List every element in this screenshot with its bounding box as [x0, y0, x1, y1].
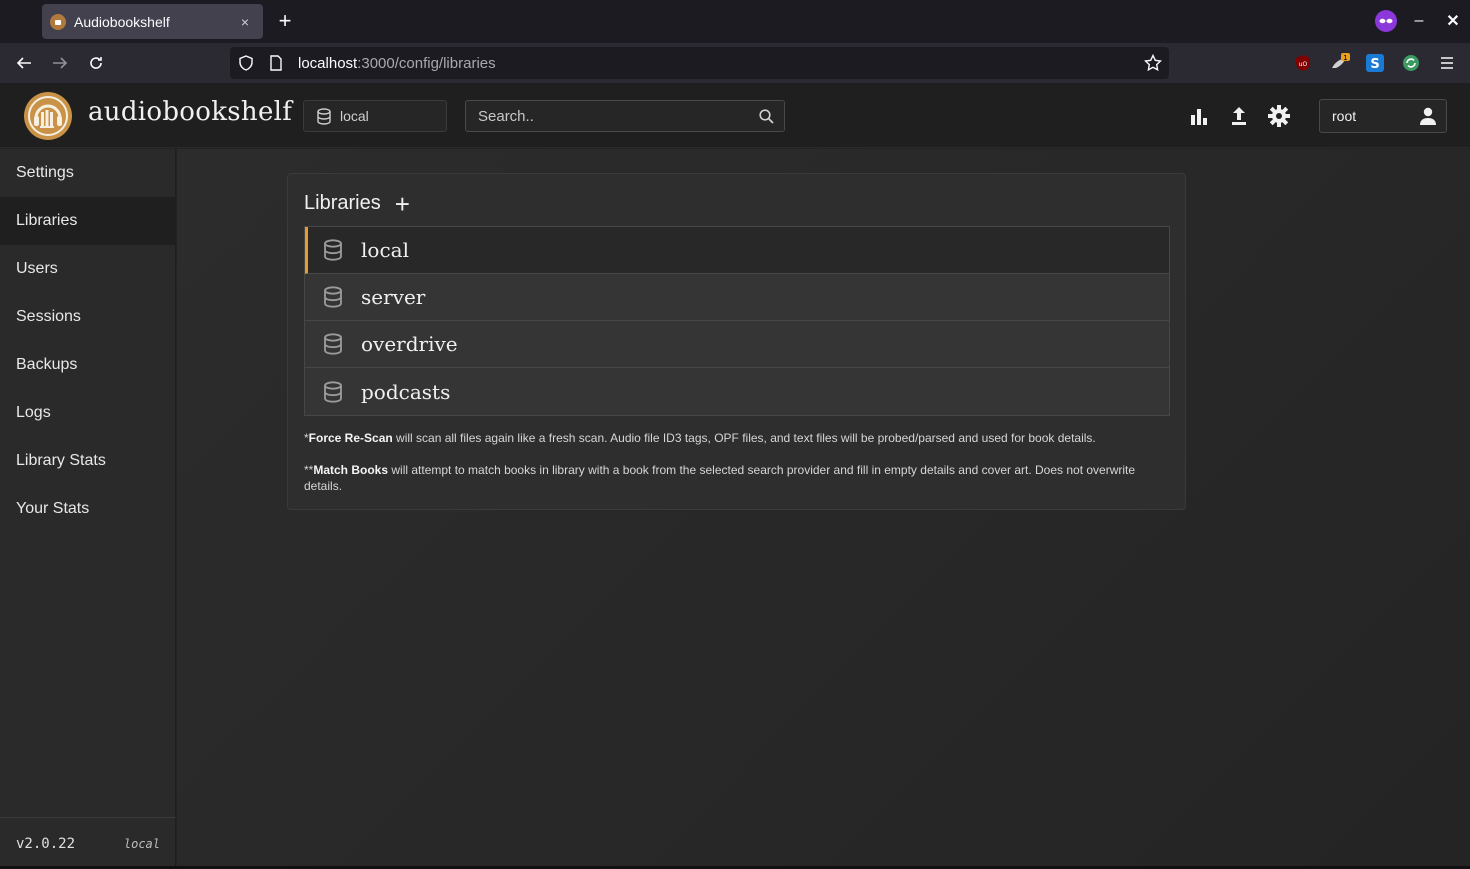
- app-brand-title[interactable]: audiobookshelf: [88, 97, 292, 127]
- environment-label: local: [123, 836, 160, 851]
- add-library-button[interactable]: +: [395, 191, 410, 217]
- sidebar-item-backups[interactable]: Backups: [0, 341, 175, 389]
- database-icon: [323, 380, 345, 403]
- user-account-button[interactable]: root: [1319, 99, 1447, 133]
- svg-text:uO: uO: [1299, 61, 1308, 68]
- minimize-button[interactable]: –: [1410, 9, 1428, 33]
- library-row-podcasts[interactable]: podcasts: [305, 368, 1169, 415]
- version-label[interactable]: v2.0.22: [16, 836, 75, 852]
- audiobookshelf-favicon-icon: [50, 13, 66, 30]
- library-selector[interactable]: local: [303, 100, 447, 132]
- svg-text:S: S: [1370, 57, 1379, 72]
- database-icon: [323, 239, 345, 261]
- library-name: podcasts: [361, 379, 451, 404]
- library-name: overdrive: [361, 332, 458, 356]
- page-info-icon[interactable]: [268, 55, 284, 71]
- database-icon: [323, 333, 345, 355]
- match-books-note: **Match Books will attempt to match book…: [304, 463, 1136, 493]
- database-icon: [316, 107, 332, 125]
- config-sidebar: Settings Libraries Users Sessions Backup…: [0, 149, 176, 869]
- settings-gear-icon[interactable]: [1267, 104, 1291, 128]
- reload-icon[interactable]: [84, 51, 108, 75]
- upload-icon[interactable]: [1227, 104, 1251, 128]
- extension-badge-icon[interactable]: 1: [1330, 53, 1350, 73]
- username-label: root: [1332, 108, 1357, 124]
- tab-title: Audiobookshelf: [74, 13, 170, 30]
- ublock-icon[interactable]: uO: [1293, 53, 1313, 73]
- browser-navbar: localhost:3000/config/libraries uO 1 S: [0, 43, 1470, 83]
- libraries-panel: Libraries + local server overdrive podca…: [287, 173, 1186, 510]
- browser-tabstrip: Audiobookshelf × + – ✕: [0, 0, 1470, 43]
- library-name: local: [361, 238, 409, 262]
- search-input[interactable]: [478, 107, 759, 125]
- search-icon[interactable]: [759, 108, 774, 124]
- shield-icon[interactable]: [238, 55, 254, 71]
- search-box[interactable]: [465, 100, 785, 132]
- sidebar-item-libraries[interactable]: Libraries: [0, 197, 175, 245]
- library-row-server[interactable]: server: [305, 274, 1169, 321]
- url-bar[interactable]: localhost:3000/config/libraries: [230, 47, 1169, 79]
- sidebar-footer: v2.0.22 local: [0, 817, 176, 869]
- sync-extension-icon[interactable]: [1401, 53, 1421, 73]
- tab-close-icon[interactable]: ×: [237, 14, 253, 30]
- library-list: local server overdrive podcasts: [304, 226, 1170, 416]
- sidebar-item-your-stats[interactable]: Your Stats: [0, 485, 175, 533]
- forward-arrow-icon[interactable]: [48, 51, 72, 75]
- library-selector-label: local: [340, 108, 369, 124]
- database-icon: [323, 286, 345, 308]
- sidebar-item-library-stats[interactable]: Library Stats: [0, 437, 175, 485]
- stats-bar-chart-icon[interactable]: [1187, 104, 1211, 128]
- url-text: localhost:3000/config/libraries: [298, 54, 496, 72]
- main-content: Libraries + local server overdrive podca…: [177, 149, 1470, 869]
- library-name: server: [361, 285, 426, 309]
- s-extension-icon[interactable]: S: [1365, 53, 1385, 73]
- library-row-overdrive[interactable]: overdrive: [305, 321, 1169, 368]
- page-title: Libraries: [304, 192, 381, 214]
- browser-tab[interactable]: Audiobookshelf ×: [42, 4, 263, 39]
- app-header: audiobookshelf local root: [0, 83, 1470, 148]
- audiobookshelf-logo-icon[interactable]: [24, 92, 72, 140]
- libraries-header: Libraries +: [304, 191, 410, 217]
- sidebar-item-settings[interactable]: Settings: [0, 149, 175, 197]
- bookmark-star-icon[interactable]: [1143, 53, 1163, 73]
- close-window-button[interactable]: ✕: [1444, 9, 1462, 33]
- sidebar-item-logs[interactable]: Logs: [0, 389, 175, 437]
- sidebar-item-sessions[interactable]: Sessions: [0, 293, 175, 341]
- user-icon: [1420, 107, 1436, 125]
- menu-hamburger-icon[interactable]: [1437, 53, 1457, 73]
- private-browsing-icon: [1374, 9, 1398, 33]
- new-tab-button[interactable]: +: [276, 10, 294, 32]
- back-arrow-icon[interactable]: [12, 51, 36, 75]
- svg-text:1: 1: [1343, 54, 1347, 62]
- sidebar-item-users[interactable]: Users: [0, 245, 175, 293]
- force-rescan-note: *Force Re-Scan will scan all files again…: [304, 431, 1096, 445]
- library-row-local[interactable]: local: [305, 227, 1169, 274]
